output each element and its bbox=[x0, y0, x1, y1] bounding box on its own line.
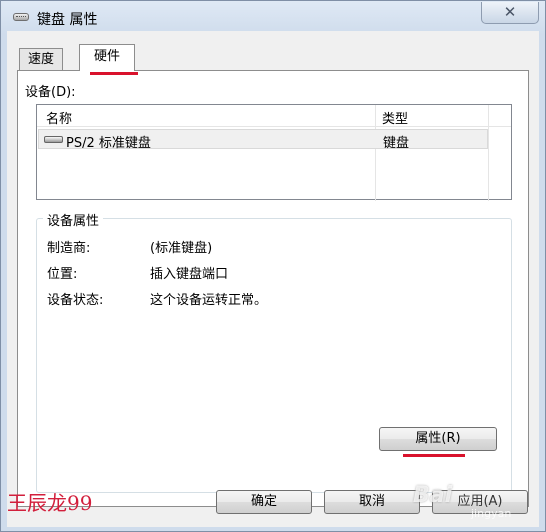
keyboard-icon bbox=[13, 13, 29, 21]
device-list[interactable]: 名称 类型 PS/2 标准键盘 键盘 bbox=[36, 104, 512, 201]
window-title: 键盘 属性 bbox=[37, 12, 98, 28]
manufacturer-value: (标准键盘) bbox=[150, 241, 213, 256]
device-properties-title: 设备属性 bbox=[43, 210, 104, 229]
column-divider bbox=[375, 105, 376, 201]
tab-speed[interactable]: 速度 bbox=[19, 48, 64, 70]
dialog-body: 速度 硬件 设备(D): 名称 类型 PS/2 标准键盘 键盘 设备属性 制造商… bbox=[7, 31, 539, 527]
column-divider bbox=[488, 105, 489, 201]
author-watermark: 王辰龙99 bbox=[7, 491, 93, 515]
device-list-header: 名称 类型 bbox=[37, 105, 511, 127]
brand-watermark: Bai bbox=[413, 483, 453, 508]
device-type: 键盘 bbox=[383, 136, 410, 151]
keyboard-properties-window: 键盘 属性 ✕ 速度 硬件 设备(D): 名称 类型 PS/2 标准键盘 键盘 … bbox=[0, 0, 546, 532]
properties-highlight-mark bbox=[403, 454, 465, 457]
site-watermark: jingyan bbox=[471, 507, 512, 520]
keyboard-icon bbox=[44, 136, 63, 143]
devices-label: 设备(D): bbox=[25, 85, 76, 100]
title-bar[interactable]: 键盘 属性 ✕ bbox=[1, 1, 545, 35]
manufacturer-label: 制造商: bbox=[47, 241, 91, 256]
device-properties-group bbox=[36, 218, 512, 493]
close-button[interactable]: ✕ bbox=[481, 2, 539, 24]
column-header-name[interactable]: 名称 bbox=[46, 108, 72, 127]
tab-hardware[interactable]: 硬件 bbox=[79, 44, 136, 71]
device-name: PS/2 标准键盘 bbox=[66, 136, 151, 151]
ok-button[interactable]: 确定 bbox=[216, 490, 312, 514]
column-header-type[interactable]: 类型 bbox=[382, 108, 408, 127]
device-row-ps2-keyboard[interactable]: PS/2 标准键盘 键盘 bbox=[38, 129, 488, 151]
close-icon: ✕ bbox=[503, 3, 517, 21]
device-status-label: 设备状态: bbox=[47, 293, 104, 308]
properties-button[interactable]: 属性(R) bbox=[379, 427, 497, 451]
tab-highlight-mark bbox=[90, 72, 138, 75]
location-value: 插入键盘端口 bbox=[150, 267, 229, 282]
location-label: 位置: bbox=[47, 267, 78, 282]
device-status-value: 这个设备运转正常。 bbox=[150, 293, 268, 308]
cancel-button[interactable]: 取消 bbox=[324, 490, 420, 514]
